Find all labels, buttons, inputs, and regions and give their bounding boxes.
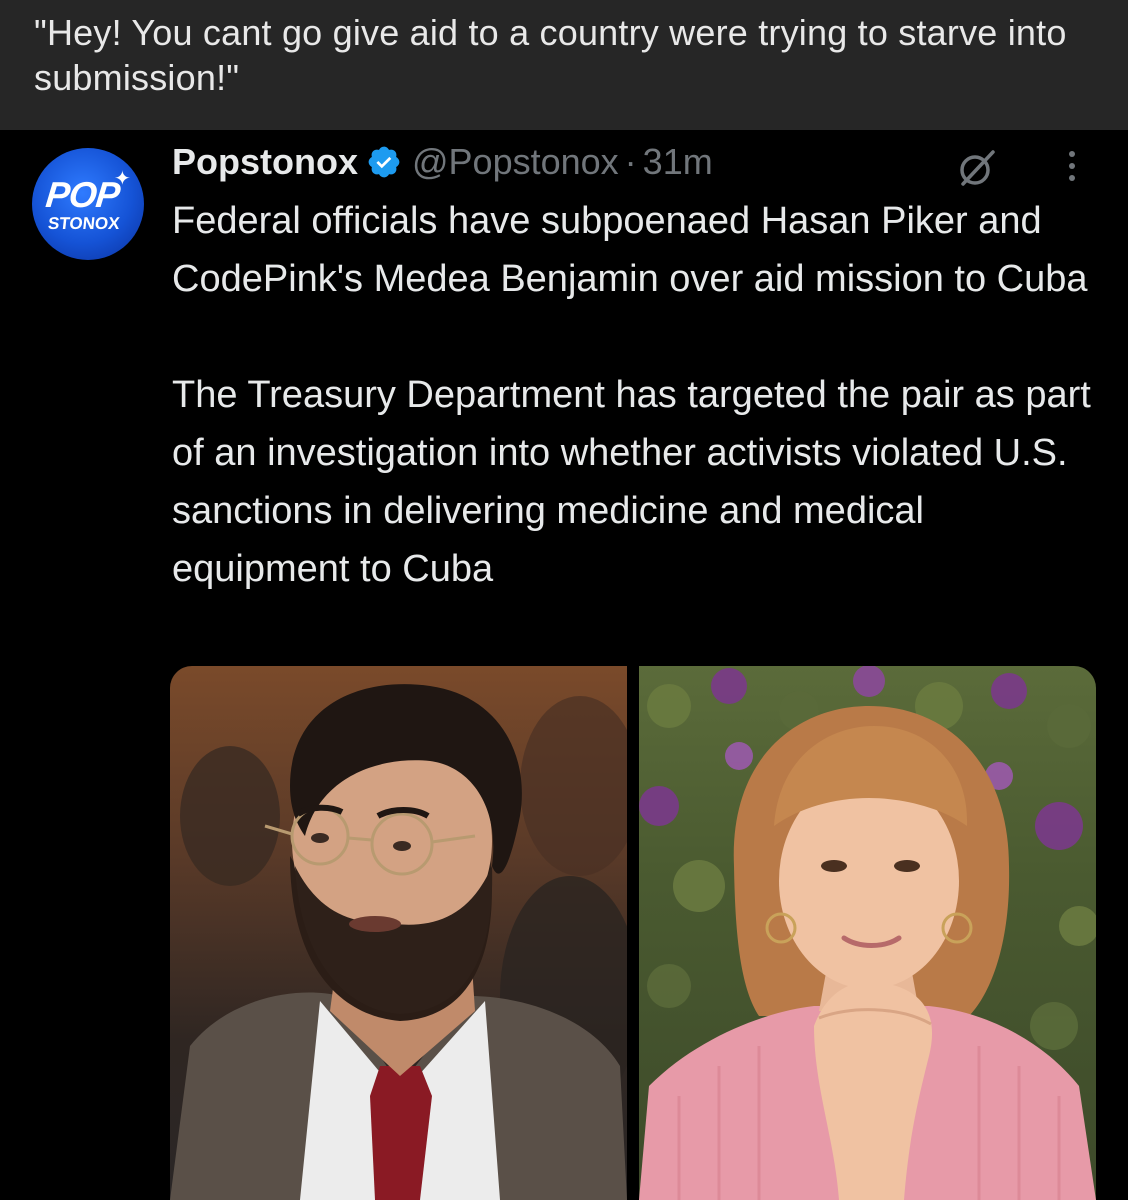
media-grid xyxy=(170,666,1096,1200)
handle[interactable]: @Popstonox xyxy=(412,141,619,183)
caption-bar: "Hey! You cant go give aid to a country … xyxy=(0,0,1128,130)
more-options-icon[interactable] xyxy=(1058,146,1086,186)
tweet-paragraph-1: Federal officials have subpoenaed Hasan … xyxy=(172,200,1088,300)
verified-badge-icon xyxy=(366,144,402,180)
avatar[interactable]: POP ✦ STONOX xyxy=(32,148,144,260)
display-name[interactable]: Popstonox xyxy=(172,141,358,183)
avatar-logo-pop: POP xyxy=(43,174,122,215)
timestamp[interactable]: 31m xyxy=(643,141,713,183)
tweet-card[interactable]: POP ✦ STONOX Popstonox @Popstonox · 31m … xyxy=(0,130,1128,1200)
tweet-paragraph-2: The Treasury Department has targeted the… xyxy=(172,374,1091,590)
photo-man[interactable] xyxy=(170,666,627,1200)
photo-woman[interactable] xyxy=(639,666,1096,1200)
grok-icon[interactable] xyxy=(955,146,999,190)
tweet-text: Federal officials have subpoenaed Hasan … xyxy=(172,192,1092,598)
avatar-star-icon: ✦ xyxy=(114,168,131,190)
caption-text: "Hey! You cant go give aid to a country … xyxy=(34,12,1067,98)
separator-dot: · xyxy=(624,141,637,182)
avatar-logo-stonox: STONOX xyxy=(47,214,121,233)
tweet-header: Popstonox @Popstonox · 31m xyxy=(172,140,713,184)
